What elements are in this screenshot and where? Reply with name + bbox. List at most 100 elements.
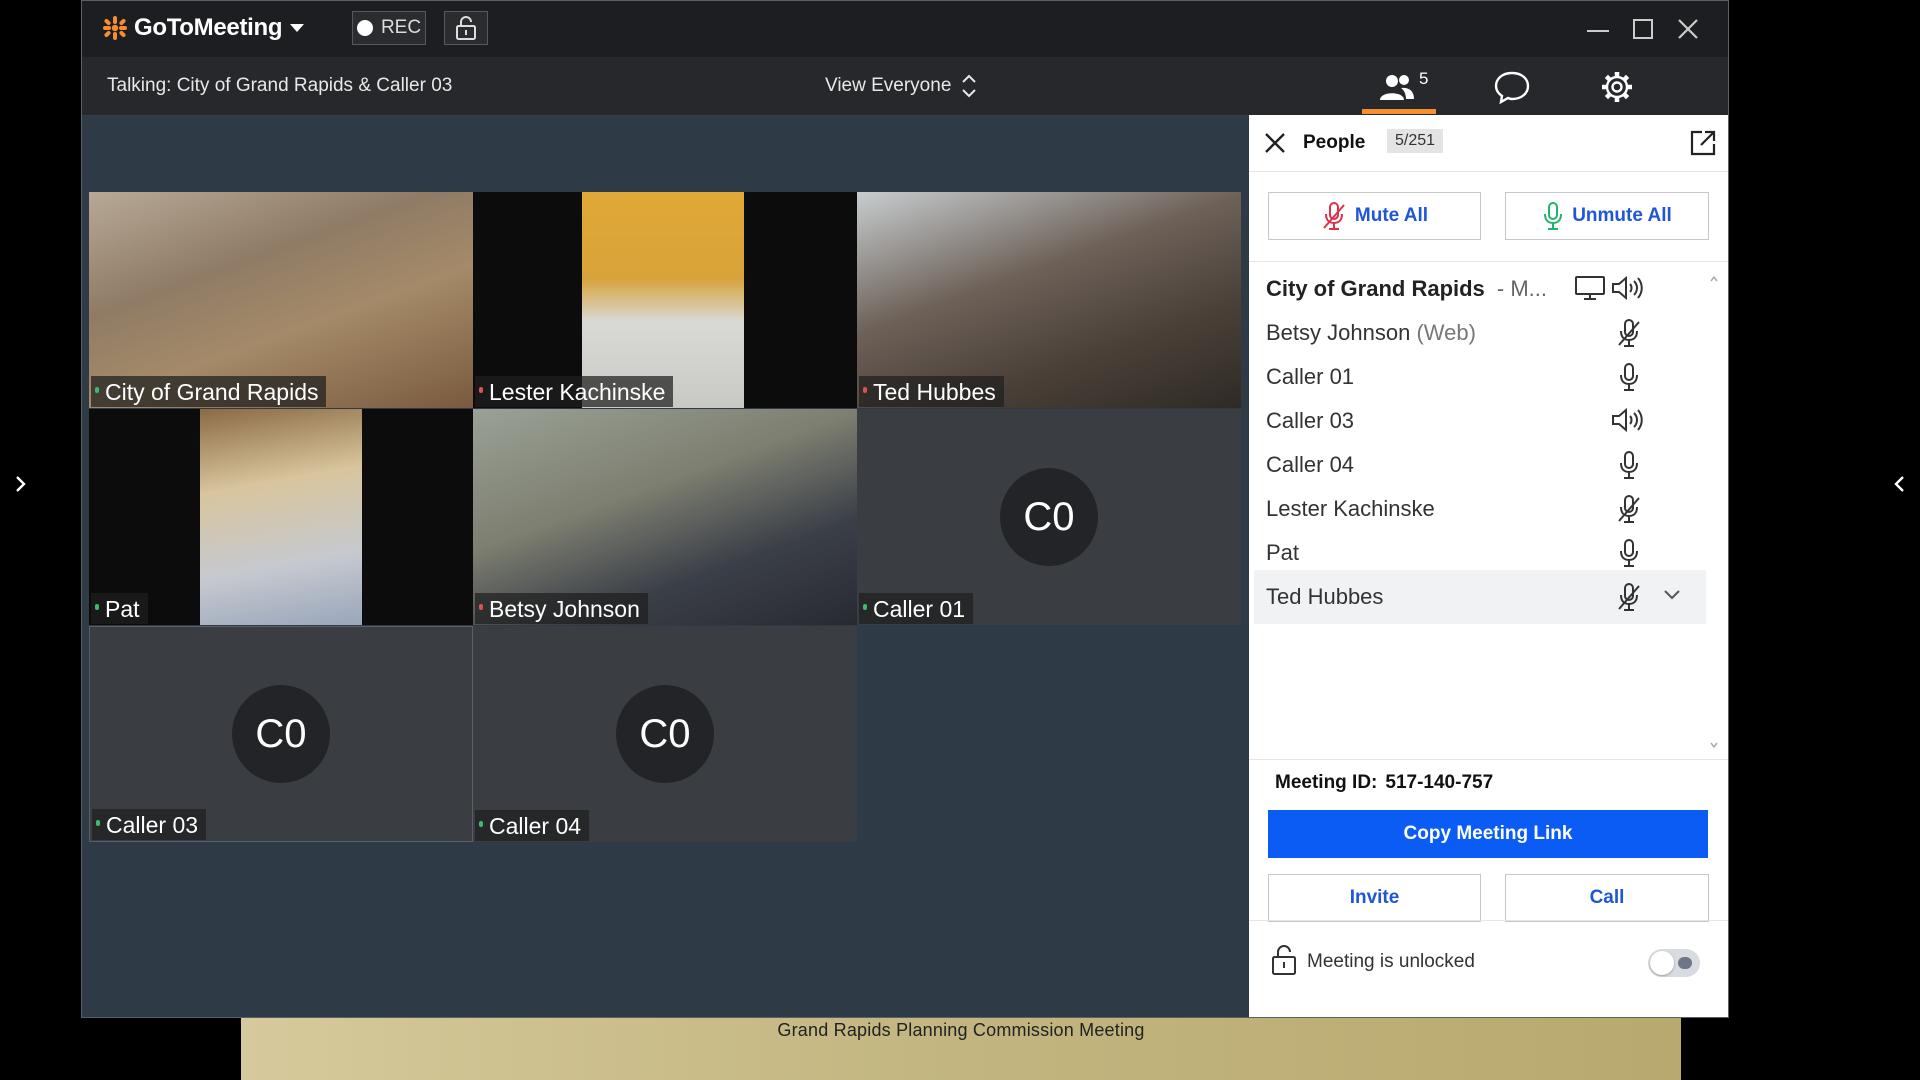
avatar: C0 — [616, 685, 714, 783]
organizer-name: City of Grand Rapids — [1266, 276, 1485, 301]
speaker-icon — [1610, 274, 1644, 302]
maximize-icon — [1631, 17, 1655, 41]
unlock-icon — [455, 15, 477, 41]
mic-muted-icon[interactable] — [1616, 318, 1642, 348]
chat-button[interactable] — [1494, 67, 1530, 107]
participant-name: Caller 03 — [1266, 408, 1355, 433]
meeting-info: Meeting ID: 517-140-757 Copy Meeting Link… — [1249, 759, 1728, 1017]
people-count-badge: 5 — [1419, 69, 1429, 88]
video-tile-city-of-grand-rapids[interactable]: City of Grand Rapids — [89, 192, 473, 408]
tile-name-label: Betsy Johnson — [475, 593, 648, 624]
avatar: C0 — [1000, 468, 1098, 566]
video-tile-betsy-johnson[interactable]: Betsy Johnson — [473, 409, 857, 625]
expand-right-arrow-icon[interactable] — [1888, 472, 1912, 496]
record-label: REC — [380, 17, 422, 38]
lock-status-text: Meeting is unlocked — [1307, 951, 1475, 972]
maximize-button[interactable] — [1627, 13, 1659, 45]
mute-all-label: Mute All — [1354, 205, 1429, 226]
participant-name: Caller 04 — [1266, 452, 1355, 477]
participant-name: Pat — [1266, 540, 1300, 565]
tile-name-label: Caller 04 — [475, 810, 590, 841]
mic-muted-icon — [1321, 201, 1347, 231]
mic-muted-icon[interactable] — [1616, 494, 1642, 524]
meeting-toolbar: Talking: City of Grand Rapids & Caller 0… — [82, 57, 1728, 116]
tile-name-label: Caller 01 — [859, 593, 974, 624]
participant-name: Betsy Johnson — [1266, 320, 1411, 345]
participant-video — [200, 409, 362, 625]
people-button[interactable]: 5 — [1379, 67, 1428, 107]
title-bar: GoToMeeting REC — [82, 1, 1728, 57]
expand-left-arrow-icon[interactable] — [8, 472, 32, 496]
video-tile-caller-01[interactable]: C0 Caller 01 — [857, 409, 1241, 625]
unmute-all-label: Unmute All — [1572, 205, 1672, 226]
participant-client: (Web) — [1416, 320, 1476, 345]
minimize-icon — [1586, 17, 1610, 41]
meeting-banner: Grand Rapids Planning Commission Meeting — [241, 1018, 1681, 1080]
tile-name-label: Pat — [91, 593, 148, 624]
banner-title: Grand Rapids Planning Commission Meeting — [777, 1020, 1145, 1040]
mic-icon[interactable] — [1618, 538, 1640, 568]
screen-share-icon — [1574, 274, 1606, 302]
talking-indicator: Talking: City of Grand Rapids & Caller 0… — [107, 75, 453, 96]
participant-list: City of Grand Rapids - M... Betsy Johnso… — [1249, 261, 1728, 758]
close-icon — [1263, 131, 1287, 155]
dropdown-caret-icon — [288, 22, 306, 34]
avatar: C0 — [232, 685, 330, 783]
mute-all-button[interactable]: Mute All — [1268, 192, 1481, 240]
mic-icon[interactable] — [1618, 362, 1640, 392]
video-tile-caller-03[interactable]: C0 Caller 03 — [89, 626, 473, 842]
unlock-icon — [1271, 943, 1297, 977]
attendee-count-badge: 5/251 — [1387, 129, 1444, 153]
lock-meeting-button[interactable] — [444, 11, 488, 45]
panel-title: People — [1303, 132, 1366, 153]
tile-name-label: City of Grand Rapids — [91, 376, 327, 407]
video-tile-lester-kachinske[interactable]: Lester Kachinske — [473, 192, 857, 408]
view-label: View Everyone — [825, 75, 952, 96]
tile-name-label: Lester Kachinske — [475, 376, 674, 407]
settings-button[interactable] — [1600, 67, 1634, 107]
invite-button[interactable]: Invite — [1268, 874, 1481, 922]
close-panel-button[interactable] — [1263, 131, 1287, 155]
mic-icon — [1542, 201, 1564, 231]
participant-name: Lester Kachinske — [1266, 496, 1435, 521]
up-down-chevron-icon — [961, 73, 977, 99]
mic-muted-icon[interactable] — [1616, 582, 1642, 612]
close-icon — [1676, 17, 1700, 41]
people-panel-header: People 5/251 — [1249, 115, 1728, 172]
meeting-id-value: 517-140-757 — [1385, 772, 1494, 793]
view-selector[interactable]: View Everyone — [825, 73, 977, 99]
participant-name: Ted Hubbes — [1266, 584, 1384, 609]
organizer-role: - M... — [1496, 276, 1548, 301]
video-tile-caller-04[interactable]: C0 Caller 04 — [473, 626, 857, 842]
chevron-down-icon[interactable] — [1662, 588, 1682, 602]
app-menu[interactable]: GoToMeeting — [102, 14, 306, 42]
unmute-all-button[interactable]: Unmute All — [1505, 192, 1709, 240]
meeting-lock-row: Meeting is unlocked — [1249, 920, 1728, 1017]
active-tab-underline — [1362, 109, 1436, 114]
toggle-track-dot — [1678, 957, 1692, 969]
record-button[interactable]: REC — [352, 11, 426, 45]
toggle-knob — [1650, 951, 1674, 975]
call-button[interactable]: Call — [1505, 874, 1709, 922]
participant-row-selected[interactable]: Ted Hubbes — [1254, 570, 1706, 624]
mic-icon[interactable] — [1618, 450, 1640, 480]
people-panel: People 5/251 Mute All Unmute All City of… — [1249, 115, 1728, 1017]
minimize-button[interactable] — [1582, 13, 1614, 45]
popout-panel-button[interactable] — [1689, 129, 1717, 157]
people-icon — [1379, 72, 1415, 102]
gotomeeting-logo-icon — [102, 15, 128, 41]
copy-meeting-link-button[interactable]: Copy Meeting Link — [1268, 810, 1708, 858]
video-tile-ted-hubbes[interactable]: Ted Hubbes — [857, 192, 1241, 408]
tile-name-label: Caller 03 — [92, 809, 207, 840]
app-name: GoToMeeting — [134, 14, 283, 41]
speaker-icon[interactable] — [1610, 406, 1644, 434]
tile-name-label: Ted Hubbes — [859, 376, 1004, 407]
meeting-lock-toggle[interactable] — [1648, 949, 1700, 977]
video-tile-pat[interactable]: Pat — [89, 409, 473, 625]
gotomeeting-window: GoToMeeting REC Talking: City of Grand R… — [81, 0, 1729, 1018]
close-window-button[interactable] — [1672, 13, 1704, 45]
chat-bubble-icon — [1494, 70, 1530, 104]
participant-name: Caller 01 — [1266, 364, 1355, 389]
meeting-id: Meeting ID: 517-140-757 — [1275, 772, 1493, 794]
participant-list-scrollbar[interactable] — [1708, 269, 1720, 759]
